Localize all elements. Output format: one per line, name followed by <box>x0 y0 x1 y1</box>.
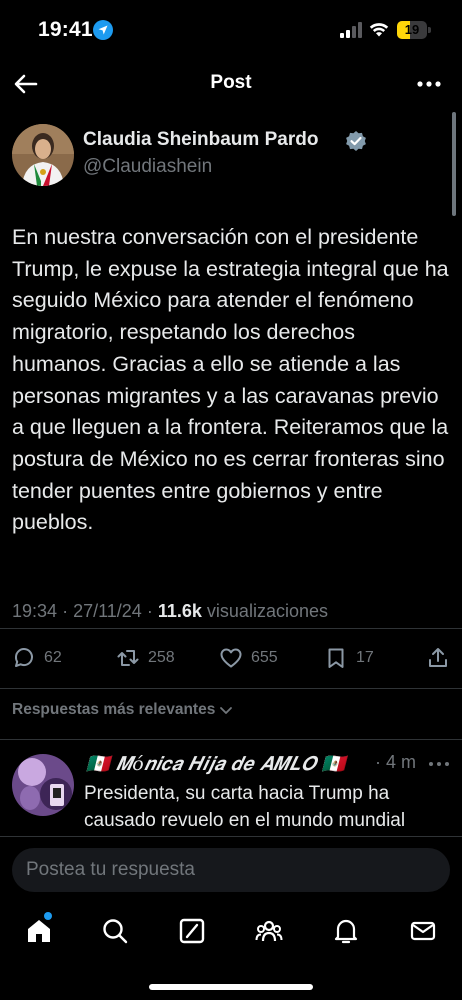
reply-count: 62 <box>44 649 62 666</box>
page-title: Post <box>210 72 252 93</box>
views-label: visualizaciones <box>206 601 328 621</box>
status-bar: 19:41 19 <box>0 0 462 62</box>
home-icon <box>28 920 50 942</box>
meta-separator: · <box>62 601 69 621</box>
cellular-signal-icon <box>340 22 362 38</box>
bookmark-icon <box>328 648 344 668</box>
wifi-icon <box>368 20 390 38</box>
reply-composer-input[interactable]: Postea tu respuesta <box>12 848 450 892</box>
chevron-down-icon <box>220 707 233 714</box>
divider <box>0 739 462 740</box>
tab-search[interactable] <box>100 916 130 946</box>
replies-sort-dropdown[interactable]: Respuestas más relevantes <box>12 701 234 719</box>
search-icon <box>103 919 128 944</box>
battery-icon: 19 <box>397 21 431 39</box>
communities-icon <box>255 920 283 942</box>
like-button[interactable]: 655 <box>219 645 278 671</box>
verified-badge-icon <box>345 130 367 152</box>
share-icon <box>429 648 447 667</box>
divider <box>0 628 462 629</box>
scrollbar[interactable] <box>452 112 456 216</box>
retweet-button[interactable]: 258 <box>116 645 175 671</box>
tab-home[interactable] <box>24 916 54 946</box>
tweet-text: En nuestra conversación con el president… <box>12 225 449 535</box>
author-handle[interactable]: @Claudiashein <box>83 156 212 178</box>
reply-more-button[interactable] <box>428 756 450 772</box>
meta-separator: · <box>146 601 153 621</box>
like-count: 655 <box>251 649 278 666</box>
location-arrow-icon <box>93 20 113 40</box>
author-avatar[interactable] <box>12 124 74 186</box>
bookmark-count: 17 <box>356 649 374 666</box>
tweet-date[interactable]: 27/11/24 <box>73 601 142 621</box>
tab-grok[interactable] <box>177 916 207 946</box>
retweet-icon <box>117 650 139 666</box>
tab-bar <box>0 910 462 954</box>
reply-text: Presidenta, su carta hacia Trump ha caus… <box>84 783 406 831</box>
divider <box>0 688 462 689</box>
grok-icon <box>179 918 205 944</box>
reply-button[interactable]: 62 <box>12 645 62 671</box>
more-options-button[interactable] <box>416 72 442 96</box>
reply-author-name[interactable]: 🇲🇽 𝑴ó𝒏𝒊𝒄𝒂 𝑯𝒊𝒋𝒂 𝒅𝒆 𝑨𝑴𝑳𝑶 🇲🇽 <box>86 752 346 775</box>
tweet-time[interactable]: 19:34 <box>12 601 57 621</box>
new-posts-indicator <box>44 912 52 920</box>
tab-notifications[interactable] <box>331 916 361 946</box>
more-horizontal-icon <box>429 762 449 766</box>
more-horizontal-icon <box>417 81 441 87</box>
views-count: 11.6k <box>157 601 202 621</box>
battery-level: 19 <box>404 22 420 37</box>
home-indicator <box>149 984 313 990</box>
status-time: 19:41 <box>38 18 93 41</box>
messages-icon <box>410 921 436 941</box>
reply-time: · 4 m <box>375 752 417 772</box>
author-name[interactable]: Claudia Sheinbaum Pardo <box>83 129 318 151</box>
retweet-count: 258 <box>148 649 175 666</box>
reply-icon <box>14 648 33 667</box>
tweet-meta: 19:34 · 27/11/24 · 11.6k visualizaciones <box>12 601 328 622</box>
share-button[interactable] <box>426 645 458 671</box>
notifications-icon <box>334 919 358 944</box>
bookmark-button[interactable]: 17 <box>324 645 374 671</box>
tab-communities[interactable] <box>254 916 284 946</box>
top-header: Post <box>0 62 462 106</box>
replies-sort-label: Respuestas más relevantes <box>12 701 216 718</box>
tab-messages[interactable] <box>408 916 438 946</box>
reply-avatar[interactable] <box>12 754 74 816</box>
heart-icon <box>220 648 242 668</box>
